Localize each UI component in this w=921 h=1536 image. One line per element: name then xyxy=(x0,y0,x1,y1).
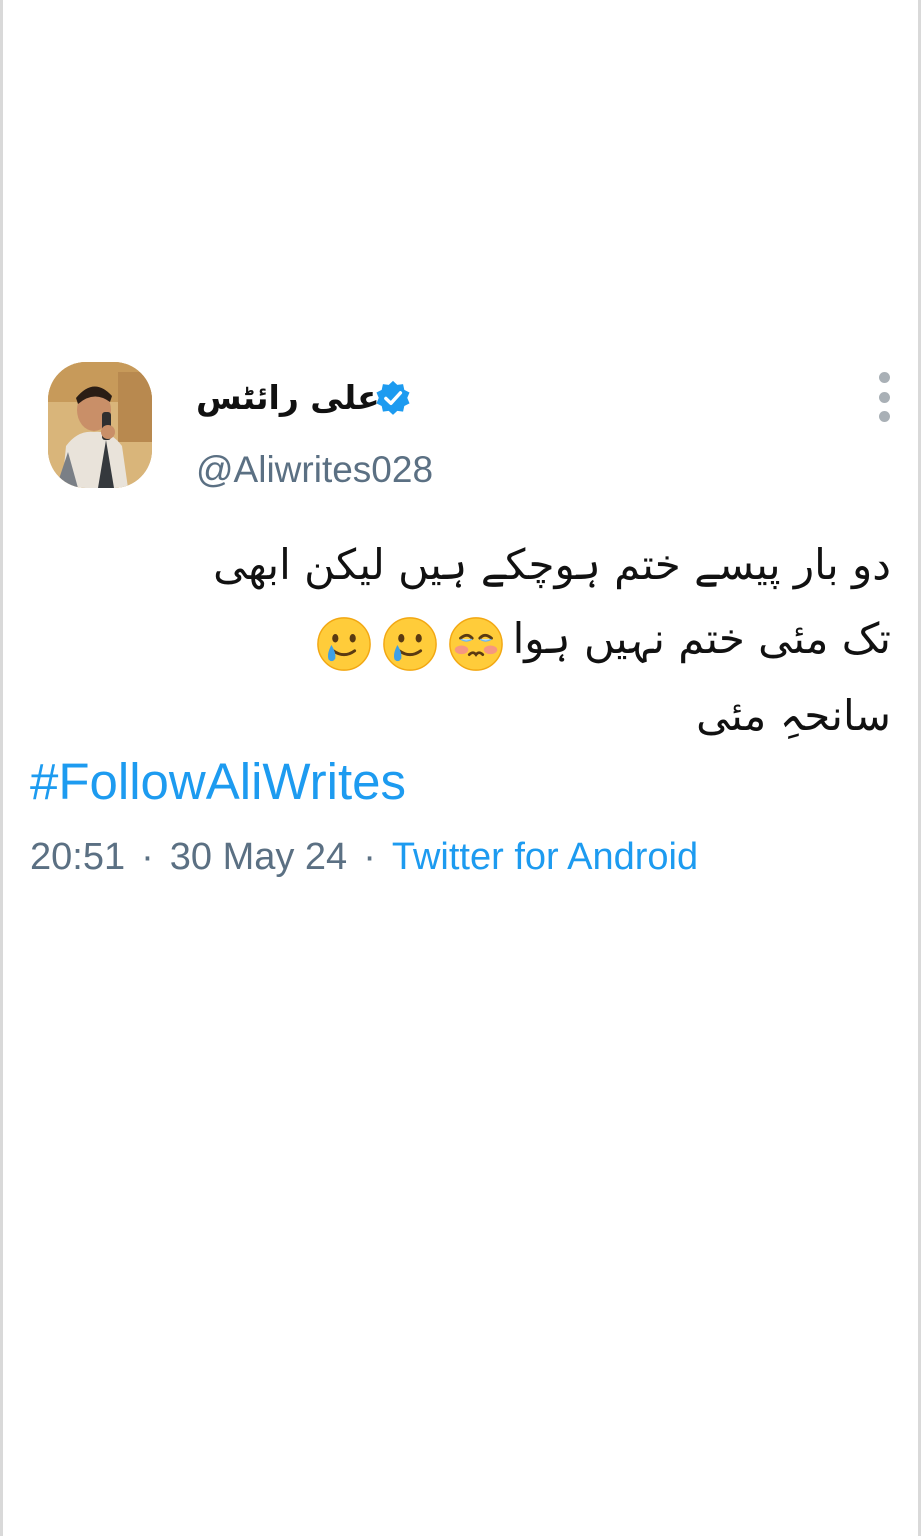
screenshot-left-edge xyxy=(0,0,3,1536)
tweet-time: 20:51 xyxy=(30,836,126,878)
hashtag-link[interactable]: #FollowAliWrites xyxy=(30,750,406,814)
tweet-text-line: سانحہِ مئی xyxy=(696,690,891,740)
more-options-dot xyxy=(878,372,890,383)
face-holding-back-tears-icon xyxy=(447,615,505,673)
more-options-icon[interactable] xyxy=(866,372,902,422)
tweet-text: دو بار پیسے ختم ہوچکے ہیں لیکن ابھی تک م… xyxy=(91,528,891,753)
emoji-group xyxy=(307,605,505,679)
more-options-dot xyxy=(878,391,890,403)
smiling-face-with-tear-icon xyxy=(381,615,439,673)
smiling-face-with-tear-icon xyxy=(315,615,373,673)
tweet-text-line: تک مئی ختم نہیں ہوا xyxy=(512,614,891,663)
author-handle[interactable]: @Aliwrites028 xyxy=(196,448,433,492)
tweet-source-link[interactable]: Twitter for Android xyxy=(392,836,698,878)
author-display-name[interactable]: علی رائٹس xyxy=(196,376,380,420)
more-options-dot xyxy=(878,411,890,422)
separator-dot: · xyxy=(141,836,154,878)
tweet-metadata: 20:51 · 30 May 24 · Twitter for Android xyxy=(30,832,698,882)
separator-dot: · xyxy=(363,836,376,878)
tweet-text-line: دو بار پیسے ختم ہوچکے ہیں لیکن ابھی xyxy=(213,540,891,589)
avatar[interactable] xyxy=(48,362,152,488)
tweet-text-line-with-emojis: تک مئی ختم نہیں ہوا xyxy=(91,602,891,679)
tweet-date: 30 May 24 xyxy=(169,836,348,878)
verified-badge-icon xyxy=(374,379,412,417)
